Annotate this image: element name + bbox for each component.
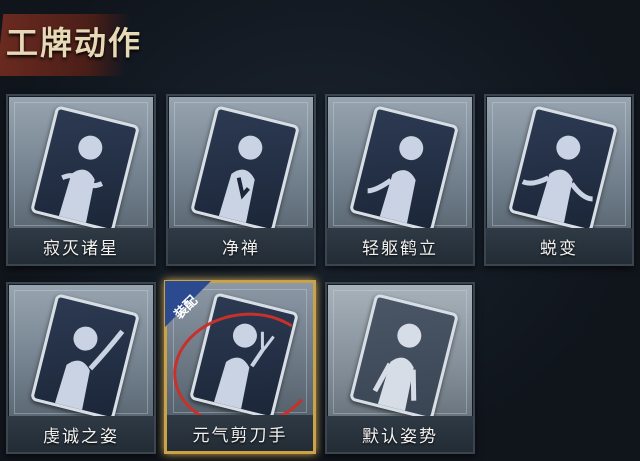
pose-card-art [348, 293, 460, 421]
pose-card-label-bar: 轻躯鹤立 [327, 228, 473, 264]
figure-raise-icon [54, 326, 125, 410]
figure-crane-icon [367, 136, 424, 224]
pose-card-5[interactable]: 虔诚之姿 [6, 282, 156, 454]
pose-card-label-bar: 虔诚之姿 [8, 416, 154, 452]
pose-card-label-bar: 净禅 [168, 228, 314, 264]
pose-card-7[interactable]: 默认姿势 [325, 282, 475, 454]
pose-card-3[interactable]: 轻躯鹤立 [325, 94, 475, 266]
pose-card-label-bar: 蜕变 [486, 228, 632, 264]
pose-card-label: 蜕变 [540, 238, 578, 259]
pose-card-art [189, 105, 301, 233]
pose-card-label-bar: 默认姿势 [327, 416, 473, 452]
pose-card-label: 寂灭诸星 [43, 238, 119, 259]
pose-card-label: 默认姿势 [362, 426, 438, 447]
pose-card-2[interactable]: 净禅 [166, 94, 316, 266]
pose-card-art [507, 105, 619, 233]
figure-default-icon [372, 323, 422, 411]
pose-card-label: 元气剪刀手 [192, 425, 288, 446]
pose-card-4[interactable]: 蜕变 [484, 94, 634, 266]
pose-card-art [29, 105, 141, 233]
figure-orbs-icon [58, 135, 104, 223]
pose-card-label: 虔诚之姿 [43, 426, 119, 447]
page-title: 工牌动作 [6, 24, 143, 62]
pose-card-label: 轻躯鹤立 [362, 238, 438, 259]
figure-spread-icon [521, 135, 593, 223]
pose-card-art [348, 105, 460, 233]
figure-zen-icon [218, 135, 263, 223]
pose-card-1[interactable]: 寂灭诸星 [6, 94, 156, 266]
pose-card-6-equipped[interactable]: 装配 元气剪刀手 [164, 280, 325, 454]
pose-card-label-bar: 元气剪刀手 [167, 415, 313, 451]
pose-card-label-bar: 寂灭诸星 [8, 228, 154, 264]
pose-card-art [29, 293, 141, 421]
pose-card-label: 净禅 [222, 238, 260, 259]
